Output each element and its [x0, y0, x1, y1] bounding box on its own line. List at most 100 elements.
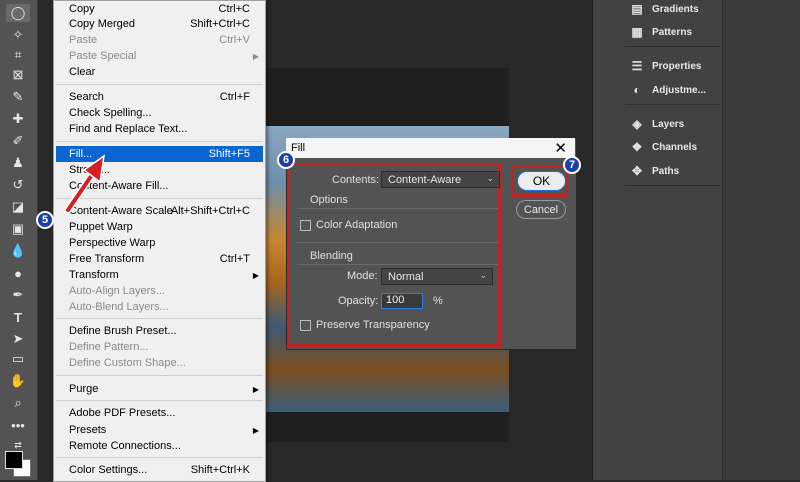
menu-item-auto-blend[interactable]: Auto-Blend Layers...: [54, 299, 265, 315]
menu-item-pdf-presets[interactable]: Adobe PDF Presets...: [54, 405, 265, 421]
eyedropper-icon[interactable]: ✎: [6, 88, 30, 106]
cancel-button[interactable]: Cancel: [516, 200, 566, 219]
chevron-down-icon: ⌄: [479, 270, 487, 280]
panel-paths[interactable]: ✥ Paths: [630, 161, 679, 181]
crop-tool-icon[interactable]: ⌗: [6, 46, 30, 64]
dodge-tool-icon[interactable]: ●: [6, 264, 30, 282]
zoom-tool-icon[interactable]: ⌕: [6, 394, 30, 412]
healing-brush-icon[interactable]: ✚: [6, 110, 30, 128]
group-divider: [297, 264, 498, 265]
menu-item-define-custom-shape[interactable]: Define Custom Shape...: [54, 355, 265, 371]
step-badge-5: 5: [36, 211, 54, 229]
panel-patterns[interactable]: ▦ Patterns: [630, 22, 692, 42]
gradient-tool-icon[interactable]: ▣: [6, 220, 30, 238]
tools-panel: ◯ ✧ ⌗ ⊠ ✎ ✚ ✐ ♟ ↺ ◪ ▣ 💧 ● ✒ T ➤ ▭ ✋ ⌕ ••…: [0, 0, 38, 480]
panel-channels[interactable]: ❖ Channels: [630, 137, 697, 157]
menu-item-perspective-warp[interactable]: Perspective Warp: [54, 235, 265, 251]
properties-icon: ☰: [631, 59, 643, 73]
menu-separator: [56, 318, 263, 319]
menu-separator: [56, 141, 263, 142]
menu-item-presets[interactable]: Presets ▶: [54, 422, 265, 438]
foreground-color-swatch[interactable]: [5, 451, 23, 469]
annotation-arrow: [64, 154, 106, 214]
color-adaptation-label: Color Adaptation: [316, 219, 398, 231]
pattern-icon: ▦: [631, 25, 643, 39]
preserve-transparency-label: Preserve Transparency: [316, 319, 430, 331]
path-selection-icon[interactable]: ➤: [6, 330, 30, 348]
options-group-label: Options: [310, 194, 348, 206]
preserve-transparency-checkbox[interactable]: [300, 320, 311, 331]
paths-icon: ✥: [631, 164, 643, 178]
rectangle-tool-icon[interactable]: ▭: [6, 350, 30, 368]
frame-tool-icon[interactable]: ⊠: [6, 66, 30, 84]
panel-divider: [625, 104, 720, 105]
gradient-icon: ▤: [631, 2, 643, 16]
panel-layers[interactable]: ◈ Layers: [630, 114, 684, 134]
group-divider: [297, 242, 498, 243]
panel-gradients[interactable]: ▤ Gradients: [630, 0, 698, 19]
menu-item-auto-align[interactable]: Auto-Align Layers...: [54, 283, 265, 299]
menu-item-remote-connections[interactable]: Remote Connections...: [54, 438, 265, 454]
menu-item-paste[interactable]: Paste Ctrl+V: [54, 32, 265, 48]
submenu-arrow-icon: ▶: [252, 270, 259, 280]
panel-divider: [625, 46, 720, 47]
pen-tool-icon[interactable]: ✒: [6, 286, 30, 304]
panel-properties[interactable]: ☰ Properties: [630, 56, 702, 76]
lasso-tool-icon[interactable]: ◯: [6, 4, 30, 22]
step-badge-6: 6: [277, 151, 295, 169]
ok-button[interactable]: OK: [517, 171, 566, 191]
history-brush-icon[interactable]: ↺: [6, 176, 30, 194]
menu-item-define-pattern[interactable]: Define Pattern...: [54, 339, 265, 355]
step-badge-7: 7: [563, 156, 581, 174]
channels-icon: ❖: [631, 140, 643, 154]
type-tool-icon[interactable]: T: [6, 308, 30, 326]
menu-separator: [56, 84, 263, 85]
chevron-down-icon: ⌄: [486, 173, 494, 183]
panel-adjustments[interactable]: ◐ Adjustme...: [630, 80, 706, 100]
submenu-arrow-icon: ▶: [252, 51, 259, 61]
layers-icon: ◈: [632, 117, 642, 131]
eraser-icon[interactable]: ◪: [6, 198, 30, 216]
close-icon[interactable]: ✕: [554, 139, 567, 157]
edit-menu: Copy Ctrl+C Copy Merged Shift+Ctrl+C Paste…: [53, 0, 266, 482]
more-tools-icon[interactable]: •••: [6, 416, 30, 434]
hand-tool-icon[interactable]: ✋: [6, 372, 30, 390]
menu-item-puppet-warp[interactable]: Puppet Warp: [54, 219, 265, 235]
menu-item-color-settings[interactable]: Color Settings... Shift+Ctrl+K: [54, 462, 265, 478]
adjustments-icon: ◐: [633, 83, 641, 97]
panel-divider: [625, 185, 720, 186]
menu-item-copy[interactable]: Copy Ctrl+C: [54, 1, 265, 17]
menu-item-define-brush[interactable]: Define Brush Preset...: [54, 323, 265, 339]
menu-item-paste-special[interactable]: Paste Special ▶: [54, 48, 265, 64]
menu-item-find-replace[interactable]: Find and Replace Text...: [54, 121, 265, 137]
blur-tool-icon[interactable]: 💧: [6, 242, 30, 260]
menu-item-check-spelling[interactable]: Check Spelling...: [54, 105, 265, 121]
blending-group-label: Blending: [310, 250, 353, 262]
submenu-arrow-icon: ▶: [252, 384, 259, 394]
menu-item-free-transform[interactable]: Free Transform Ctrl+T: [54, 251, 265, 267]
color-adaptation-checkbox[interactable]: [300, 220, 311, 231]
menu-item-purge[interactable]: Purge ▶: [54, 381, 265, 397]
opacity-input[interactable]: 100: [381, 293, 423, 309]
contents-label: Contents:: [332, 174, 380, 186]
menu-item-copy-merged[interactable]: Copy Merged Shift+Ctrl+C: [54, 16, 265, 32]
menu-separator: [56, 457, 263, 458]
submenu-arrow-icon: ▶: [252, 425, 259, 435]
contents-select[interactable]: Content-Aware ⌄: [381, 171, 500, 188]
menu-item-transform[interactable]: Transform ▶: [54, 267, 265, 283]
dialog-title: Fill: [291, 142, 306, 154]
menu-separator: [56, 400, 263, 401]
menu-item-clear[interactable]: Clear: [54, 64, 265, 80]
menu-item-search[interactable]: Search Ctrl+F: [54, 89, 265, 105]
magic-wand-icon[interactable]: ✧: [6, 26, 30, 44]
panel-area: [722, 0, 800, 480]
stamp-tool-icon[interactable]: ♟: [6, 154, 30, 172]
opacity-unit: %: [433, 295, 443, 307]
brush-tool-icon[interactable]: ✐: [6, 132, 30, 150]
dialog-title-bar[interactable]: Fill ✕: [286, 138, 575, 158]
mode-select[interactable]: Normal ⌄: [381, 268, 493, 285]
mode-label: Mode:: [347, 270, 378, 282]
panel-dock-strip: [592, 0, 624, 480]
opacity-label: Opacity:: [338, 295, 379, 307]
group-divider: [297, 208, 498, 209]
